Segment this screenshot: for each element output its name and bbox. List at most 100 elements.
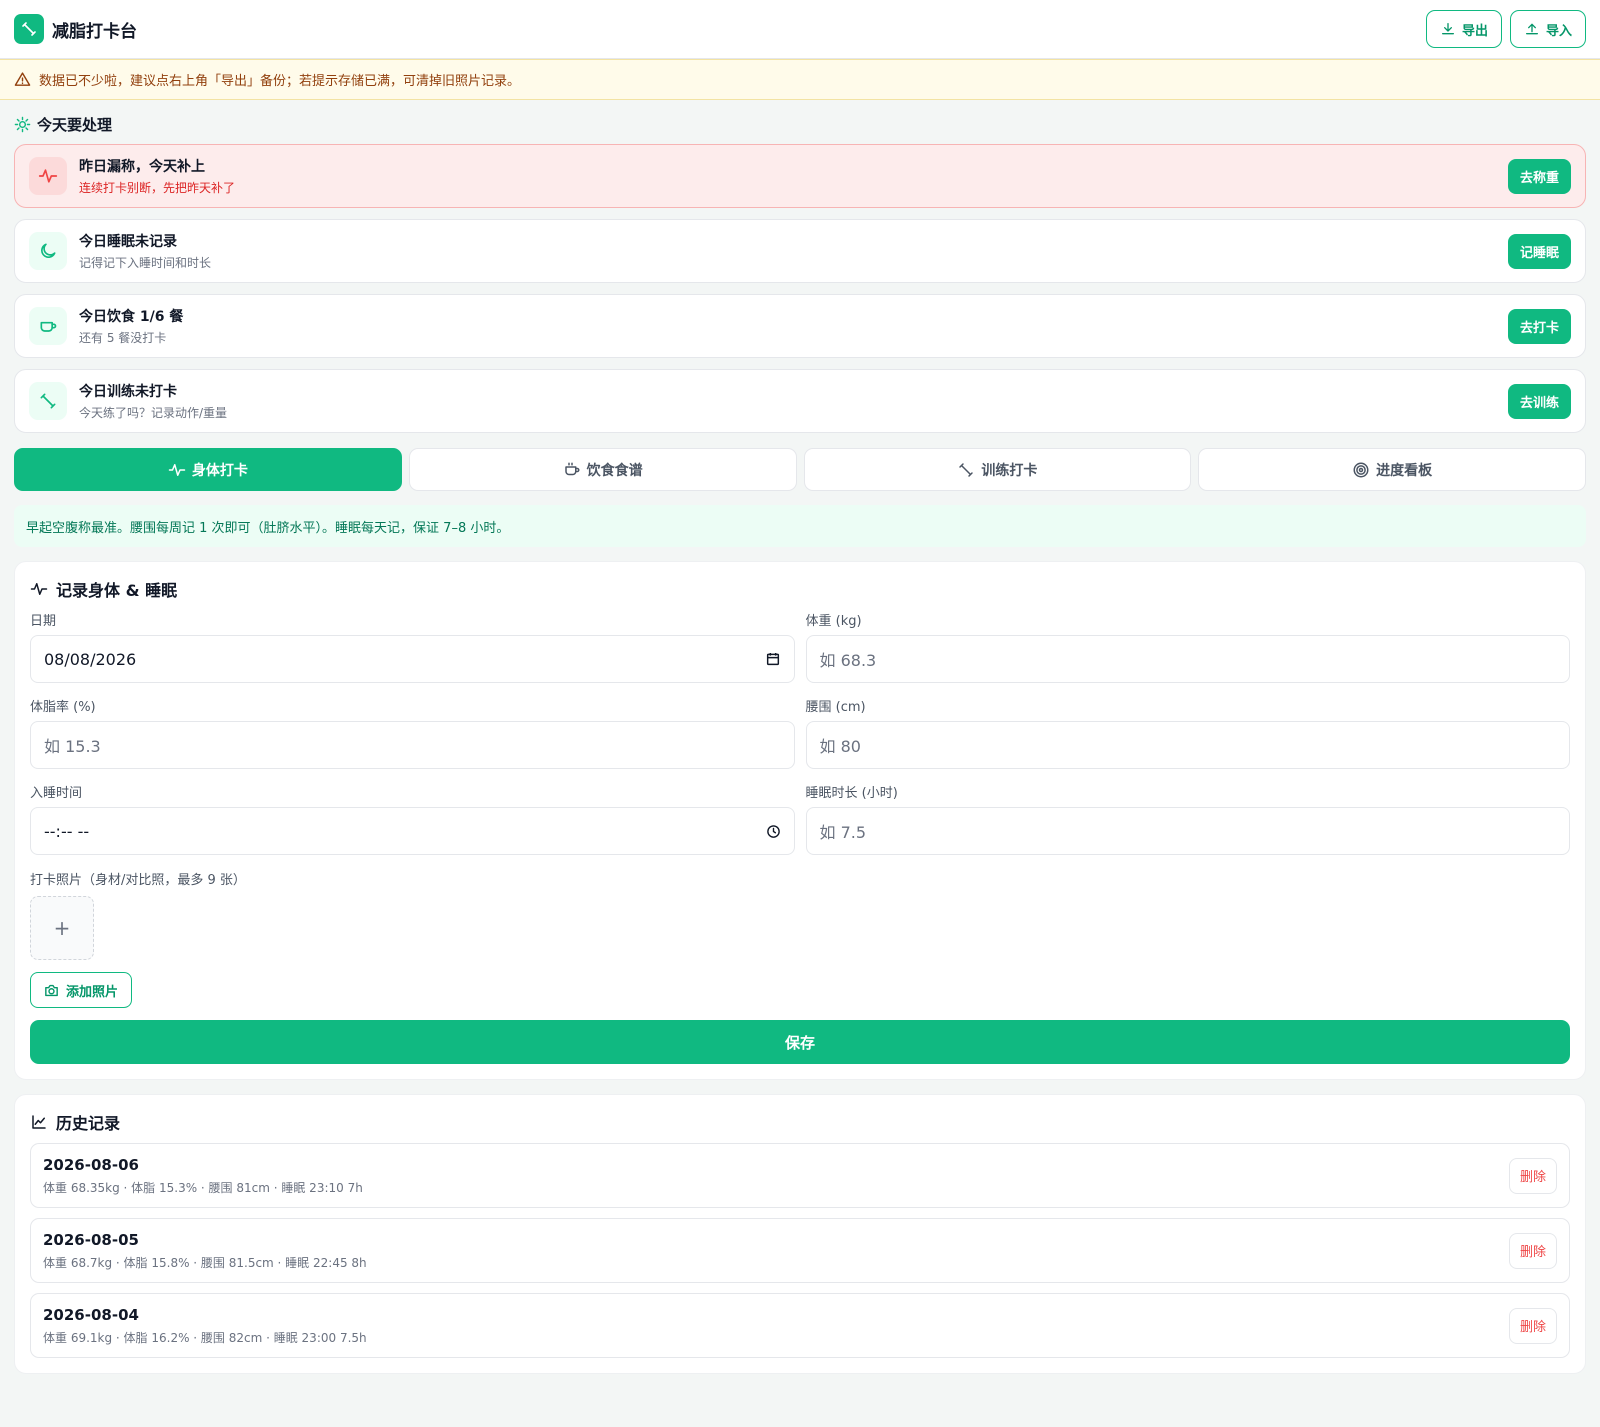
todo-meals: 今日饮食 1/6 餐 还有 5 餐没打卡 去打卡 <box>14 294 1586 358</box>
date-field-group: 日期 08/08/2026 <box>30 610 795 683</box>
today-heading: 今天要处理 <box>14 114 1586 135</box>
waist-input[interactable]: 如 80 <box>805 721 1570 769</box>
photo-label: 打卡照片（身材/对比照，最多 9 张） <box>30 873 246 888</box>
tab-label: 进度看板 <box>1376 462 1433 479</box>
import-button[interactable]: 导入 <box>1509 10 1586 48</box>
warning-text: 数据已不少啦，建议点右上角「导出」备份；若提示存储已满，可清掉旧照片记录。 <box>39 74 521 89</box>
log-sleep-button[interactable]: 记睡眠 <box>1507 233 1571 269</box>
todo-subtitle: 记得记下入睡时间和时长 <box>79 256 212 270</box>
main-content: 今天要处理 昨日漏称，今天补上 连续打卡别断，先把昨天补了 去称重 今日睡眠未记… <box>0 114 1600 1374</box>
go-weigh-button[interactable]: 去称重 <box>1507 158 1571 194</box>
tip-bar: 早起空腹称最准。腰围每周记 1 次即可（肚脐水平）。睡眠每天记，保证 7–8 小… <box>14 505 1586 547</box>
todo-subtitle: 今天练了吗？记录动作/重量 <box>79 406 228 420</box>
tip-text: 早起空腹称最准。腰围每周记 1 次即可（肚脐水平）。睡眠每天记，保证 7–8 小… <box>26 520 510 536</box>
form-heading: 记录身体 & 睡眠 <box>30 577 1570 601</box>
sleep-time-label: 入睡时间 <box>30 786 83 801</box>
weight-input[interactable]: 如 68.3 <box>805 635 1570 683</box>
plus-icon: + <box>53 916 71 940</box>
save-button[interactable]: 保存 <box>30 1020 1570 1064</box>
todo-title: 今日睡眠未记录 <box>79 234 177 250</box>
cup-icon <box>564 462 580 475</box>
pulse-icon <box>168 463 186 476</box>
import-label: 导入 <box>1545 23 1572 39</box>
target-icon <box>1353 462 1369 477</box>
history-heading-text: 历史记录 <box>56 1114 121 1133</box>
download-icon <box>1441 23 1454 35</box>
todo-title: 昨日漏称，今天补上 <box>79 159 205 175</box>
tab-progress-board[interactable]: 进度看板 <box>1198 448 1586 491</box>
go-checkin-button[interactable]: 去打卡 <box>1507 308 1571 344</box>
history-detail: 体重 69.1kg · 体脂 16.2% · 腰围 82cm · 睡眠 23:0… <box>43 1330 367 1345</box>
history-detail: 体重 68.35kg · 体脂 15.3% · 腰围 81cm · 睡眠 23:… <box>43 1180 363 1195</box>
todo-title: 今日训练未打卡 <box>79 384 177 400</box>
todo-training: 今日训练未打卡 今天练了吗？记录动作/重量 去训练 <box>14 369 1586 433</box>
waist-field-group: 腰围 (cm) 如 80 <box>805 696 1570 769</box>
weight-label: 体重 (kg) <box>805 614 862 629</box>
cup-icon <box>29 307 67 345</box>
tab-training[interactable]: 训练打卡 <box>803 448 1192 491</box>
waist-placeholder: 如 80 <box>819 737 861 756</box>
date-input[interactable]: 08/08/2026 <box>30 635 795 683</box>
sleep-hours-label: 睡眠时长 (小时) <box>805 786 898 801</box>
export-label: 导出 <box>1461 23 1488 39</box>
main-tabs: 身体打卡 饮食食谱 训练打卡 进度看板 <box>14 448 1586 491</box>
export-button[interactable]: 导出 <box>1425 10 1502 48</box>
pulse-icon <box>30 583 48 595</box>
sleep-hours-field-group: 睡眠时长 (小时) 如 7.5 <box>805 782 1570 855</box>
go-train-button[interactable]: 去训练 <box>1507 383 1571 419</box>
today-heading-text: 今天要处理 <box>37 116 113 134</box>
dumbbell-icon <box>14 14 44 44</box>
top-actions: 导出 导入 <box>1425 10 1586 48</box>
history-row: 2026-08-06 体重 68.35kg · 体脂 15.3% · 腰围 81… <box>30 1143 1570 1208</box>
delete-button[interactable]: 删除 <box>1509 1157 1557 1194</box>
history-heading: 历史记录 <box>30 1110 1570 1134</box>
form-grid: 日期 08/08/2026 体重 (kg) 如 68.3 体脂率 (%) 如 1… <box>30 610 1570 855</box>
history-date: 2026-08-04 <box>43 1305 139 1324</box>
history-date: 2026-08-05 <box>43 1230 139 1249</box>
history-date: 2026-08-06 <box>43 1155 139 1174</box>
tab-label: 训练打卡 <box>981 462 1038 479</box>
pulse-icon <box>29 157 67 195</box>
line-chart-icon <box>32 1115 46 1129</box>
weight-field-group: 体重 (kg) 如 68.3 <box>805 610 1570 683</box>
weight-placeholder: 如 68.3 <box>819 651 877 670</box>
date-value: 08/08/2026 <box>44 649 137 669</box>
delete-button[interactable]: 删除 <box>1509 1307 1557 1344</box>
app-title: 减脂打卡台 <box>52 21 137 42</box>
history-list: 2026-08-06 体重 68.35kg · 体脂 15.3% · 腰围 81… <box>30 1143 1570 1358</box>
tab-label: 身体打卡 <box>191 462 248 479</box>
dumbbell-icon <box>959 462 974 477</box>
history-row: 2026-08-04 体重 69.1kg · 体脂 16.2% · 腰围 82c… <box>30 1293 1570 1358</box>
todo-subtitle: 连续打卡别断，先把昨天补了 <box>79 181 236 195</box>
todo-title: 今日饮食 1/6 餐 <box>79 309 184 325</box>
history-detail: 体重 68.7kg · 体脂 15.8% · 腰围 81.5cm · 睡眠 22… <box>43 1255 367 1270</box>
storage-warning-banner: 数据已不少啦，建议点右上角「导出」备份；若提示存储已满，可清掉旧照片记录。 <box>0 59 1600 100</box>
sleep-hours-placeholder: 如 7.5 <box>819 823 867 842</box>
calendar-icon[interactable] <box>765 651 781 667</box>
upload-icon <box>1525 23 1538 35</box>
sleep-time-field-group: 入睡时间 --:-- -- <box>30 782 795 855</box>
todo-sleep: 今日睡眠未记录 记得记下入睡时间和时长 记睡眠 <box>14 219 1586 283</box>
sleep-time-value: --:-- -- <box>44 821 90 841</box>
bodyfat-input[interactable]: 如 15.3 <box>30 721 795 769</box>
add-photo-label: 添加照片 <box>66 984 119 1000</box>
bodyfat-label: 体脂率 (%) <box>30 700 96 715</box>
tab-diet-recipes[interactable]: 饮食食谱 <box>408 448 797 491</box>
photo-upload-slot[interactable]: + <box>30 896 94 960</box>
tab-body-checkin[interactable]: 身体打卡 <box>14 448 402 491</box>
sleep-time-input[interactable]: --:-- -- <box>30 807 795 855</box>
add-photo-button[interactable]: 添加照片 <box>30 972 132 1008</box>
bodyfat-placeholder: 如 15.3 <box>44 737 101 756</box>
moon-icon <box>29 232 67 270</box>
dumbbell-icon <box>29 382 67 420</box>
delete-button[interactable]: 删除 <box>1509 1232 1557 1269</box>
warning-icon <box>14 72 31 86</box>
history-card: 历史记录 2026-08-06 体重 68.35kg · 体脂 15.3% · … <box>14 1094 1586 1374</box>
todo-weigh: 昨日漏称，今天补上 连续打卡别断，先把昨天补了 去称重 <box>14 144 1586 208</box>
waist-label: 腰围 (cm) <box>805 700 866 715</box>
clock-icon[interactable] <box>766 824 781 839</box>
top-bar: 减脂打卡台 导出 导入 <box>0 0 1600 59</box>
sleep-hours-input[interactable]: 如 7.5 <box>805 807 1570 855</box>
form-heading-text: 记录身体 & 睡眠 <box>56 581 178 600</box>
body-sleep-form: 记录身体 & 睡眠 日期 08/08/2026 体重 (kg) 如 68.3 体… <box>14 561 1586 1080</box>
